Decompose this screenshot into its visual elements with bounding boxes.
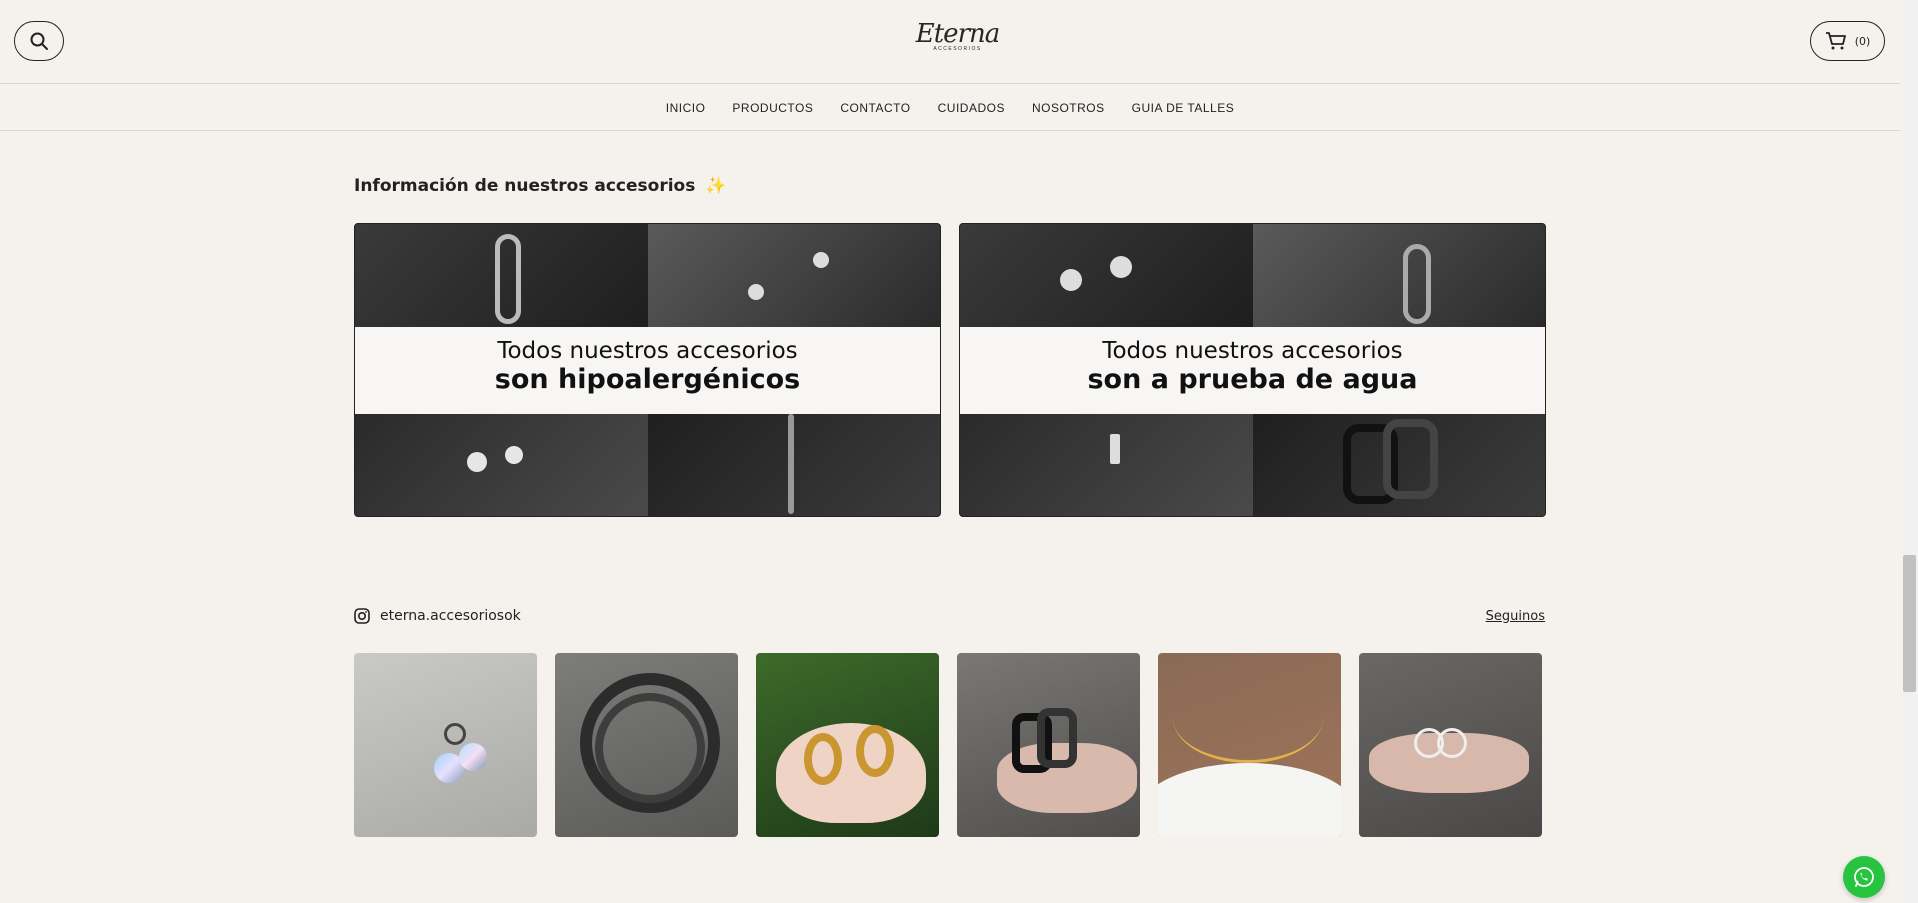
instagram-post[interactable] bbox=[555, 653, 738, 837]
banner-prueba-de-agua[interactable]: Todos nuestros accesorios son a prueba d… bbox=[959, 223, 1546, 517]
instagram-post[interactable] bbox=[756, 653, 939, 837]
banner-photo bbox=[355, 224, 648, 328]
banner-photo bbox=[355, 414, 648, 516]
search-icon bbox=[30, 32, 48, 50]
nav-item-productos[interactable]: PRODUCTOS bbox=[732, 101, 813, 115]
sparkle-icon: ✨ bbox=[705, 176, 727, 196]
banner-line2: son hipoalergénicos bbox=[494, 364, 801, 395]
cart-icon bbox=[1825, 32, 1846, 50]
instagram-handle: eterna.accesoriosok bbox=[380, 608, 521, 624]
instagram-account[interactable]: eterna.accesoriosok bbox=[354, 608, 521, 624]
search-button[interactable] bbox=[14, 21, 64, 61]
banner-photo bbox=[960, 414, 1253, 516]
banner-line1: Todos nuestros accesorios bbox=[497, 338, 798, 364]
banner-text-strip: Todos nuestros accesorios son hipoalergé… bbox=[355, 327, 940, 415]
info-section-title: Información de nuestros accesorios ✨ bbox=[354, 176, 726, 196]
banner-line1: Todos nuestros accesorios bbox=[1102, 338, 1403, 364]
banner-photo bbox=[960, 224, 1253, 328]
nav-item-guia-de-talles[interactable]: GUIA DE TALLES bbox=[1132, 101, 1235, 115]
instagram-post[interactable] bbox=[1359, 653, 1542, 837]
nav-item-inicio[interactable]: INICIO bbox=[666, 101, 706, 115]
main-nav: INICIO PRODUCTOS CONTACTO CUIDADOS NOSOT… bbox=[0, 85, 1900, 131]
nav-item-contacto[interactable]: CONTACTO bbox=[840, 101, 910, 115]
nav-item-cuidados[interactable]: CUIDADOS bbox=[938, 101, 1005, 115]
instagram-post[interactable] bbox=[1158, 653, 1341, 837]
brand-logo[interactable]: Eterna ACCESORIOS bbox=[900, 20, 1015, 60]
cart-button[interactable]: (0) bbox=[1810, 21, 1885, 61]
banner-photo bbox=[647, 224, 940, 328]
banner-photo bbox=[647, 414, 940, 516]
scrollbar-thumb[interactable] bbox=[1903, 555, 1916, 692]
instagram-post[interactable] bbox=[957, 653, 1140, 837]
banner-hipoalergenicos[interactable]: Todos nuestros accesorios son hipoalergé… bbox=[354, 223, 941, 517]
follow-link[interactable]: Seguinos bbox=[1486, 609, 1545, 624]
instagram-header: eterna.accesoriosok Seguinos bbox=[354, 605, 1545, 627]
banner-text-strip: Todos nuestros accesorios son a prueba d… bbox=[960, 327, 1545, 415]
cart-count: (0) bbox=[1854, 34, 1871, 48]
logo-text: Eterna bbox=[915, 19, 1001, 49]
whatsapp-button[interactable] bbox=[1843, 856, 1885, 898]
banner-photo bbox=[1252, 224, 1545, 328]
site-header: Eterna ACCESORIOS (0) bbox=[0, 0, 1900, 84]
instagram-post[interactable] bbox=[354, 653, 537, 837]
banner-line2: son a prueba de agua bbox=[1087, 364, 1418, 395]
banner-photo bbox=[1252, 414, 1545, 516]
whatsapp-icon bbox=[1854, 867, 1874, 887]
instagram-icon bbox=[354, 608, 370, 624]
page-scrollbar[interactable] bbox=[1901, 0, 1918, 903]
instagram-grid bbox=[354, 653, 1546, 837]
nav-item-nosotros[interactable]: NOSOTROS bbox=[1032, 101, 1105, 115]
info-title-text: Información de nuestros accesorios bbox=[354, 176, 696, 196]
